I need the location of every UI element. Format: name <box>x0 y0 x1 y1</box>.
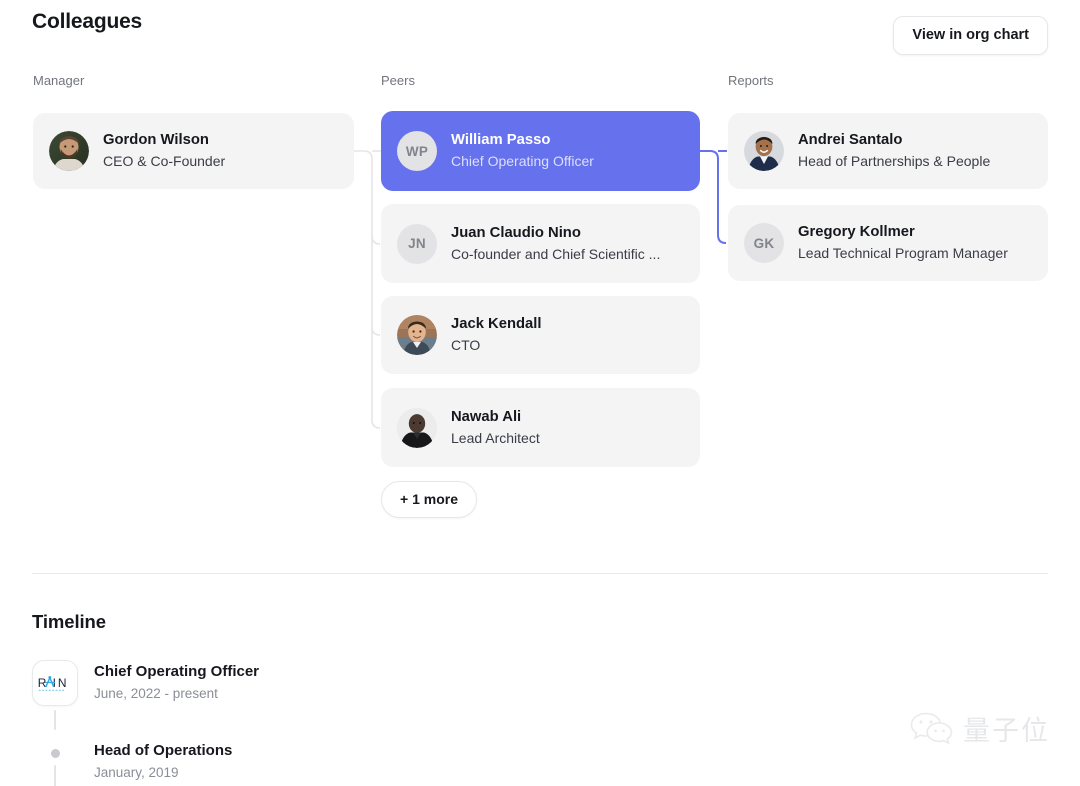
avatar-initials: GK <box>753 235 775 251</box>
colleague-name: William Passo <box>451 132 551 149</box>
column-label-manager: Manager <box>33 73 85 88</box>
avatar: JN <box>397 223 437 264</box>
timeline-entry[interactable]: R I N <box>32 660 672 730</box>
company-logo-icon: R I N <box>32 660 78 706</box>
person-photo-icon <box>744 131 784 171</box>
timeline-connector <box>54 710 56 730</box>
avatar: GK <box>744 223 784 263</box>
timeline-entry[interactable]: Head of Operations January, 2019 <box>32 730 672 786</box>
colleague-card-peer[interactable]: JN Juan Claudio Nino Co-founder and Chie… <box>381 204 700 283</box>
svg-text:N: N <box>58 676 67 690</box>
colleague-role: Lead Technical Program Manager <box>798 245 1008 262</box>
avatar <box>397 315 437 355</box>
watermark-text: 量子位 <box>963 716 1050 746</box>
avatar-initials: WP <box>405 143 429 159</box>
card-text: Juan Claudio Nino Co-founder and Chief S… <box>451 223 684 264</box>
card-text: Gregory Kollmer Lead Technical Program M… <box>798 222 1032 263</box>
colleague-name: Gordon Wilson <box>103 132 209 149</box>
colleague-card-peer-highlighted[interactable]: WP William Passo Chief Operating Officer <box>381 111 700 191</box>
colleague-name: Gregory Kollmer <box>798 224 915 241</box>
colleague-role: CEO & Co-Founder <box>103 153 226 170</box>
colleague-card-peer[interactable]: Nawab Ali Lead Architect <box>381 388 700 467</box>
avatar <box>744 131 784 171</box>
column-label-reports: Reports <box>728 73 774 88</box>
colleague-name: Juan Claudio Nino <box>451 224 581 241</box>
colleague-role: CTO <box>451 337 481 354</box>
colleagues-header: Colleagues View in org chart <box>32 10 1048 55</box>
person-photo-icon <box>397 407 437 448</box>
page-title: Colleagues <box>32 10 143 33</box>
section-divider <box>32 573 1048 574</box>
card-text: William Passo Chief Operating Officer <box>451 130 684 171</box>
timeline-date: January, 2019 <box>94 764 179 780</box>
timeline-role: Head of Operations <box>94 742 233 759</box>
timeline-role: Chief Operating Officer <box>94 663 260 680</box>
avatar <box>49 131 89 171</box>
watermark: 量子位 <box>909 709 1050 748</box>
card-text: Gordon Wilson CEO & Co-Founder <box>103 130 338 171</box>
timeline-list: R I N <box>32 660 672 786</box>
colleague-role: Co-founder and Chief Scientific ... <box>451 245 661 262</box>
colleague-name: Andrei Santalo <box>798 132 903 149</box>
colleagues-page: Colleagues View in org chart Manager Pee… <box>0 0 1080 786</box>
avatar <box>397 407 437 448</box>
card-text: Jack Kendall CTO <box>451 314 684 355</box>
colleague-role: Chief Operating Officer <box>451 153 594 170</box>
timeline-entry-text: Chief Operating Officer June, 2022 - pre… <box>78 660 259 730</box>
colleague-role: Lead Architect <box>451 429 540 446</box>
view-in-org-chart-button[interactable]: View in org chart <box>893 16 1048 55</box>
card-text: Nawab Ali Lead Architect <box>451 407 684 448</box>
timeline-dot-icon <box>50 749 60 758</box>
colleague-name: Jack Kendall <box>451 316 542 333</box>
person-photo-icon <box>49 131 89 171</box>
timeline-title: Timeline <box>32 611 106 632</box>
show-more-peers-button[interactable]: + 1 more <box>381 481 477 518</box>
colleague-card-peer[interactable]: Jack Kendall CTO <box>381 296 700 374</box>
timeline-connector <box>54 765 56 786</box>
wechat-icon <box>910 712 953 744</box>
timeline-date: June, 2022 - present <box>94 685 218 701</box>
colleague-card-manager[interactable]: Gordon Wilson CEO & Co-Founder <box>33 113 354 189</box>
person-photo-icon <box>397 315 437 355</box>
colleague-card-report[interactable]: Andrei Santalo Head of Partnerships & Pe… <box>728 113 1048 189</box>
column-label-peers: Peers <box>381 73 415 88</box>
colleague-role: Head of Partnerships & People <box>798 153 991 170</box>
colleague-name: Nawab Ali <box>451 408 522 425</box>
timeline-marker <box>32 730 78 786</box>
timeline-marker: R I N <box>32 660 78 730</box>
rain-logo-icon: R I N <box>33 661 77 705</box>
avatar-initials: JN <box>408 236 426 251</box>
avatar: WP <box>397 131 437 171</box>
colleague-card-report[interactable]: GK Gregory Kollmer Lead Technical Progra… <box>728 205 1048 281</box>
card-text: Andrei Santalo Head of Partnerships & Pe… <box>798 130 1032 171</box>
timeline-entry-text: Head of Operations January, 2019 <box>78 730 232 786</box>
